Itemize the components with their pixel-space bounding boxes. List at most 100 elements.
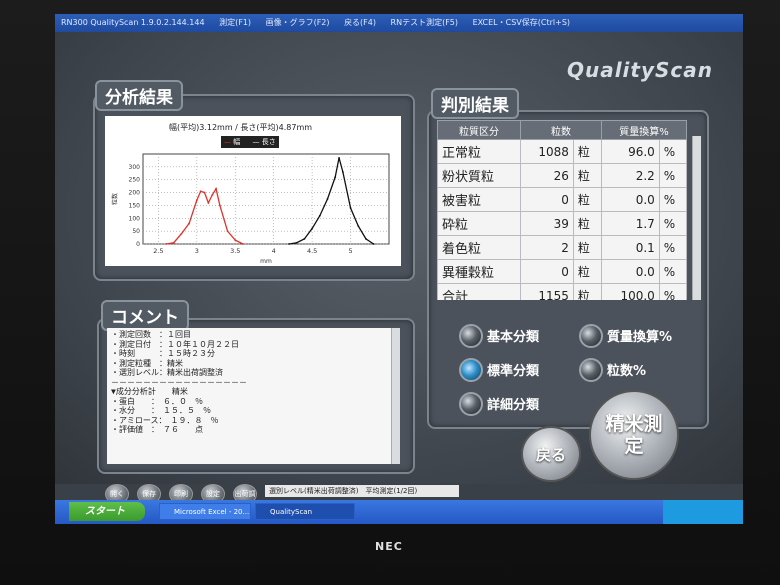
series-point xyxy=(172,241,175,244)
menu-measure[interactable]: 測定(F1) xyxy=(219,18,251,27)
mass-cell: 0.0 xyxy=(601,187,660,212)
series-point xyxy=(357,225,360,227)
mass-cell: 100.0 xyxy=(601,283,660,300)
mass-unit: % xyxy=(658,139,688,164)
series-point xyxy=(180,232,183,235)
y-tick-label: 300 xyxy=(129,164,141,171)
comment-scrollbar[interactable] xyxy=(391,328,400,464)
mass-unit: % xyxy=(658,211,688,236)
results-scrollbar[interactable] xyxy=(692,136,701,300)
comment-line: ・測定粒種 ：精米 xyxy=(111,358,183,368)
grade-cell: 被害粒 xyxy=(437,187,521,212)
x-tick-label: 4.5 xyxy=(307,247,317,255)
series-point xyxy=(288,243,290,245)
app-logo: QualityScan xyxy=(566,58,713,82)
menu-rn-test[interactable]: RNテスト測定(F5) xyxy=(391,18,458,27)
system-tray xyxy=(663,500,743,524)
mass-unit: % xyxy=(658,283,688,300)
count-unit: 粒 xyxy=(572,211,603,236)
x-tick-label: 5 xyxy=(348,247,352,255)
radio-count-percent[interactable] xyxy=(579,358,603,382)
x-axis-label: mm xyxy=(260,258,272,265)
mass-unit: % xyxy=(658,163,688,188)
app-background: QualityScan 分析結果 幅(平均)3.12mm / 長さ(平均)4.8… xyxy=(55,32,743,504)
start-button[interactable]: スタート xyxy=(69,502,145,521)
count-cell: 1155 xyxy=(520,283,574,300)
series-point xyxy=(188,222,191,225)
window-title: RN300 QualityScan 1.9.0.2.144.144 xyxy=(61,18,205,27)
menu-bar: RN300 QualityScan 1.9.0.2.144.144 測定(F1)… xyxy=(55,14,743,32)
task-qualityscan[interactable]: QualityScan xyxy=(255,503,355,520)
series-point xyxy=(311,227,314,230)
comment-line: ・測定回数 ：１回目 xyxy=(111,330,191,339)
x-tick-label: 4 xyxy=(272,247,276,255)
monitor-brand: NEC xyxy=(375,540,403,553)
y-tick-label: 100 xyxy=(129,215,141,222)
results-row: 被害粒 0 粒 0.0% xyxy=(437,187,688,212)
comment-line: ・測定日付 ：１０年１０月２２日 xyxy=(111,339,239,349)
analysis-chart: 幅(平均)3.12mm / 長さ(平均)4.87mm — 幅 — 長さ 0 50 1… xyxy=(105,116,401,266)
results-row: 着色粒 2 粒 0.1% xyxy=(437,235,688,260)
task-excel[interactable]: Microsoft Excel - 20... xyxy=(159,503,251,520)
mass-cell: 1.7 xyxy=(601,211,660,236)
y-tick-label: 200 xyxy=(129,190,141,197)
series-point xyxy=(215,187,217,190)
count-unit: 粒 xyxy=(572,283,603,300)
screen: RN300 QualityScan 1.9.0.2.144.144 測定(F1)… xyxy=(55,14,743,524)
results-row: 合計 1155 粒 100.0% xyxy=(437,283,688,300)
measure-button[interactable]: 精米測定 xyxy=(589,390,679,480)
comment-line: ・アミロース： １９．８ ％ xyxy=(111,415,219,425)
comment-line: ・評価値 ： ７６ 点 xyxy=(111,425,203,434)
comment-line: ・選別レベル：精米出荷調整済 xyxy=(111,368,223,377)
mass-unit: % xyxy=(658,235,688,260)
menu-excel-csv[interactable]: EXCEL・CSV保存(Ctrl+S) xyxy=(473,18,570,27)
chart-svg: 0 50 100 150 200 250 300 2.5 3 3.5 4 4.5 5 mm 粒数 xyxy=(111,153,390,265)
series-point xyxy=(242,243,244,245)
plot-area xyxy=(142,153,390,245)
series-point xyxy=(211,194,214,197)
mass-cell: 0.1 xyxy=(601,235,660,260)
status-bar: 選別レベル(精米出荷調整済) 平均測定(1/2回) xyxy=(265,485,459,497)
radio-basic[interactable] xyxy=(459,324,483,348)
series-point xyxy=(226,230,229,233)
series-point xyxy=(199,190,202,193)
back-button[interactable]: 戻る xyxy=(521,426,581,482)
radio-mass-percent[interactable] xyxy=(579,324,603,348)
count-cell: 39 xyxy=(520,211,574,236)
count-unit: 粒 xyxy=(572,235,603,260)
comment-text: ・測定回数 ：１回目 ・測定日付 ：１０年１０月２２日 ・時刻 ：１５時２３分 ・測定… xyxy=(107,328,399,464)
col-count: 粒数 xyxy=(520,120,602,140)
comment-line: ▼成分分析計 精米 xyxy=(111,387,188,396)
taskbar: スタート Microsoft Excel - 20... QualityScan xyxy=(55,500,743,524)
radio-standard[interactable] xyxy=(459,358,483,382)
results-heading: 判別結果 xyxy=(431,88,519,119)
series-point xyxy=(295,241,298,244)
series-point xyxy=(195,199,198,202)
series-point xyxy=(318,214,321,217)
count-unit: 粒 xyxy=(572,187,603,212)
menu-back[interactable]: 戻る(F4) xyxy=(344,18,376,27)
count-unit: 粒 xyxy=(572,259,603,284)
series-point xyxy=(338,156,340,159)
x-tick-label: 3 xyxy=(195,247,199,255)
comment-line: ・時刻 ：１５時２３分 xyxy=(111,349,215,358)
mass-unit: % xyxy=(658,187,688,212)
x-tick-label: 3.5 xyxy=(230,247,240,255)
count-cell: 1088 xyxy=(520,139,574,164)
mass-unit: % xyxy=(658,259,688,284)
menu-image-graph[interactable]: 画像・グラフ(F2) xyxy=(266,18,330,27)
radio-detail[interactable] xyxy=(459,392,483,416)
series-point xyxy=(326,198,329,200)
x-tick-label: 2.5 xyxy=(153,247,163,255)
count-cell: 0 xyxy=(520,259,574,284)
mass-cell: 0.0 xyxy=(601,259,660,284)
y-tick-label: 150 xyxy=(129,202,141,209)
series-point xyxy=(203,191,206,194)
series-point xyxy=(349,207,352,209)
series-point xyxy=(207,201,210,204)
series-point xyxy=(218,204,221,207)
col-mass: 質量換算% xyxy=(601,120,687,140)
comment-line: ・蛋白 ： ６．０ ％ xyxy=(111,396,203,406)
count-cell: 2 xyxy=(520,235,574,260)
count-unit: 粒 xyxy=(572,163,603,188)
